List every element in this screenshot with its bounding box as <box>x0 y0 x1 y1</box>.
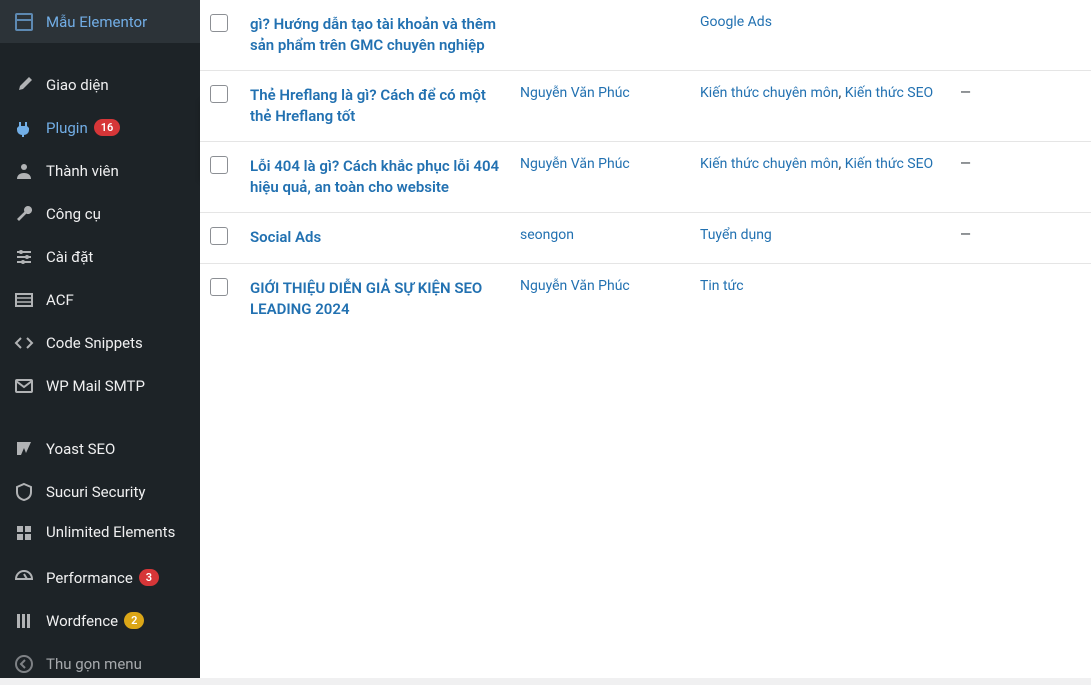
row-checkbox[interactable] <box>210 14 228 32</box>
sidebar-item-label: Cài đặt <box>46 248 93 266</box>
posts-table: gì? Hướng dẫn tạo tài khoản và thêm sản … <box>200 0 1091 334</box>
sidebar-item-plugins[interactable]: Plugin 16 <box>0 106 200 149</box>
wordfence-icon <box>12 611 36 631</box>
sidebar-item-elementor-templates[interactable]: Mẫu Elementor <box>0 0 200 43</box>
unlimited-icon <box>12 523 36 543</box>
sidebar-item-label: Giao diện <box>46 76 109 94</box>
sidebar-item-wordfence[interactable]: Wordfence 2 <box>0 599 200 642</box>
post-category[interactable]: Kiến thức chuyên môn <box>700 156 838 172</box>
post-category[interactable]: Tin tức <box>700 278 744 294</box>
admin-sidebar: Mẫu Elementor Giao diện Plugin 16 Thành … <box>0 0 200 678</box>
sidebar-item-label: WP Mail SMTP <box>46 377 145 395</box>
sidebar-item-yoast-seo[interactable]: Yoast SEO <box>0 427 200 470</box>
sidebar-item-label: Yoast SEO <box>46 440 115 458</box>
gauge-icon <box>12 568 36 588</box>
sidebar-item-performance[interactable]: Performance 3 <box>0 556 200 599</box>
sidebar-item-wp-mail-smtp[interactable]: WP Mail SMTP <box>0 364 200 407</box>
wordfence-badge: 2 <box>124 612 144 629</box>
performance-badge: 3 <box>139 569 159 586</box>
post-author[interactable]: seongon <box>520 227 574 243</box>
posts-list: gì? Hướng dẫn tạo tài khoản và thêm sản … <box>200 0 1091 678</box>
sidebar-collapse[interactable]: Thu gọn menu <box>0 642 200 685</box>
post-category[interactable]: Kiến thức SEO <box>845 85 933 101</box>
post-comments-dash: — <box>950 142 1091 213</box>
post-category[interactable]: Kiến thức chuyên môn <box>700 85 838 101</box>
plug-icon <box>12 118 36 138</box>
sidebar-item-label: Unlimited Elements <box>46 523 175 543</box>
table-row: gì? Hướng dẫn tạo tài khoản và thêm sản … <box>200 0 1091 71</box>
sidebar-item-users[interactable]: Thành viên <box>0 149 200 192</box>
yoast-icon <box>12 439 36 459</box>
table-row: Social Ads seongon Tuyển dụng — <box>200 213 1091 264</box>
post-author[interactable]: Nguyễn Văn Phúc <box>520 278 630 294</box>
collapse-icon <box>12 654 36 674</box>
post-comments-dash <box>950 0 1091 71</box>
sidebar-item-label: Mẫu Elementor <box>46 13 147 31</box>
post-title-link[interactable]: Social Ads <box>250 228 321 246</box>
sidebar-item-settings[interactable]: Cài đặt <box>0 235 200 278</box>
sidebar-item-sucuri[interactable]: Sucuri Security <box>0 470 200 513</box>
sidebar-item-code-snippets[interactable]: Code Snippets <box>0 321 200 364</box>
post-title-link[interactable]: Thẻ Hreflang là gì? Cách để có một thẻ H… <box>250 86 486 125</box>
post-category[interactable]: Kiến thức SEO <box>845 156 933 172</box>
table-row: Lỗi 404 là gì? Cách khắc phục lỗi 404 hi… <box>200 142 1091 213</box>
sidebar-item-tools[interactable]: Công cụ <box>0 192 200 235</box>
brush-icon <box>12 75 36 95</box>
layout-icon <box>12 12 36 32</box>
sidebar-item-label: Thành viên <box>46 162 119 180</box>
user-icon <box>12 161 36 181</box>
wrench-icon <box>12 204 36 224</box>
sidebar-item-label: ACF <box>46 291 74 309</box>
table-row: GIỚI THIỆU DIỄN GIẢ SỰ KIỆN SEO LEADING … <box>200 264 1091 335</box>
sidebar-item-label: Thu gọn menu <box>46 655 142 673</box>
sidebar-item-label: Công cụ <box>46 205 101 223</box>
sidebar-item-label: Wordfence <box>46 612 118 630</box>
post-title-link[interactable]: Lỗi 404 là gì? Cách khắc phục lỗi 404 hi… <box>250 157 499 196</box>
sliders-icon <box>12 247 36 267</box>
sidebar-item-acf[interactable]: ACF <box>0 278 200 321</box>
sidebar-item-label: Plugin <box>46 119 88 137</box>
table-row: Thẻ Hreflang là gì? Cách để có một thẻ H… <box>200 71 1091 142</box>
sidebar-item-unlimited-elements[interactable]: Unlimited Elements <box>0 513 200 556</box>
mail-icon <box>12 376 36 396</box>
post-title-link[interactable]: gì? Hướng dẫn tạo tài khoản và thêm sản … <box>250 15 496 54</box>
row-checkbox[interactable] <box>210 156 228 174</box>
sidebar-item-label: Sucuri Security <box>46 483 145 501</box>
post-category[interactable]: Tuyển dụng <box>700 227 772 243</box>
post-title-link[interactable]: GIỚI THIỆU DIỄN GIẢ SỰ KIỆN SEO LEADING … <box>250 279 482 318</box>
sidebar-item-label: Performance <box>46 569 133 587</box>
row-checkbox[interactable] <box>210 278 228 296</box>
row-checkbox[interactable] <box>210 227 228 245</box>
post-author[interactable]: Nguyễn Văn Phúc <box>520 85 630 101</box>
post-comments-dash <box>950 264 1091 335</box>
post-comments-dash: — <box>950 213 1091 264</box>
plugin-update-badge: 16 <box>94 119 121 136</box>
sidebar-item-label: Code Snippets <box>46 334 143 352</box>
code-icon <box>12 333 36 353</box>
row-checkbox[interactable] <box>210 85 228 103</box>
post-comments-dash: — <box>950 71 1091 142</box>
post-author[interactable]: Nguyễn Văn Phúc <box>520 156 630 172</box>
sidebar-item-appearance[interactable]: Giao diện <box>0 63 200 106</box>
shield-icon <box>12 482 36 502</box>
grid-icon <box>12 290 36 310</box>
post-category[interactable]: Google Ads <box>700 14 772 30</box>
